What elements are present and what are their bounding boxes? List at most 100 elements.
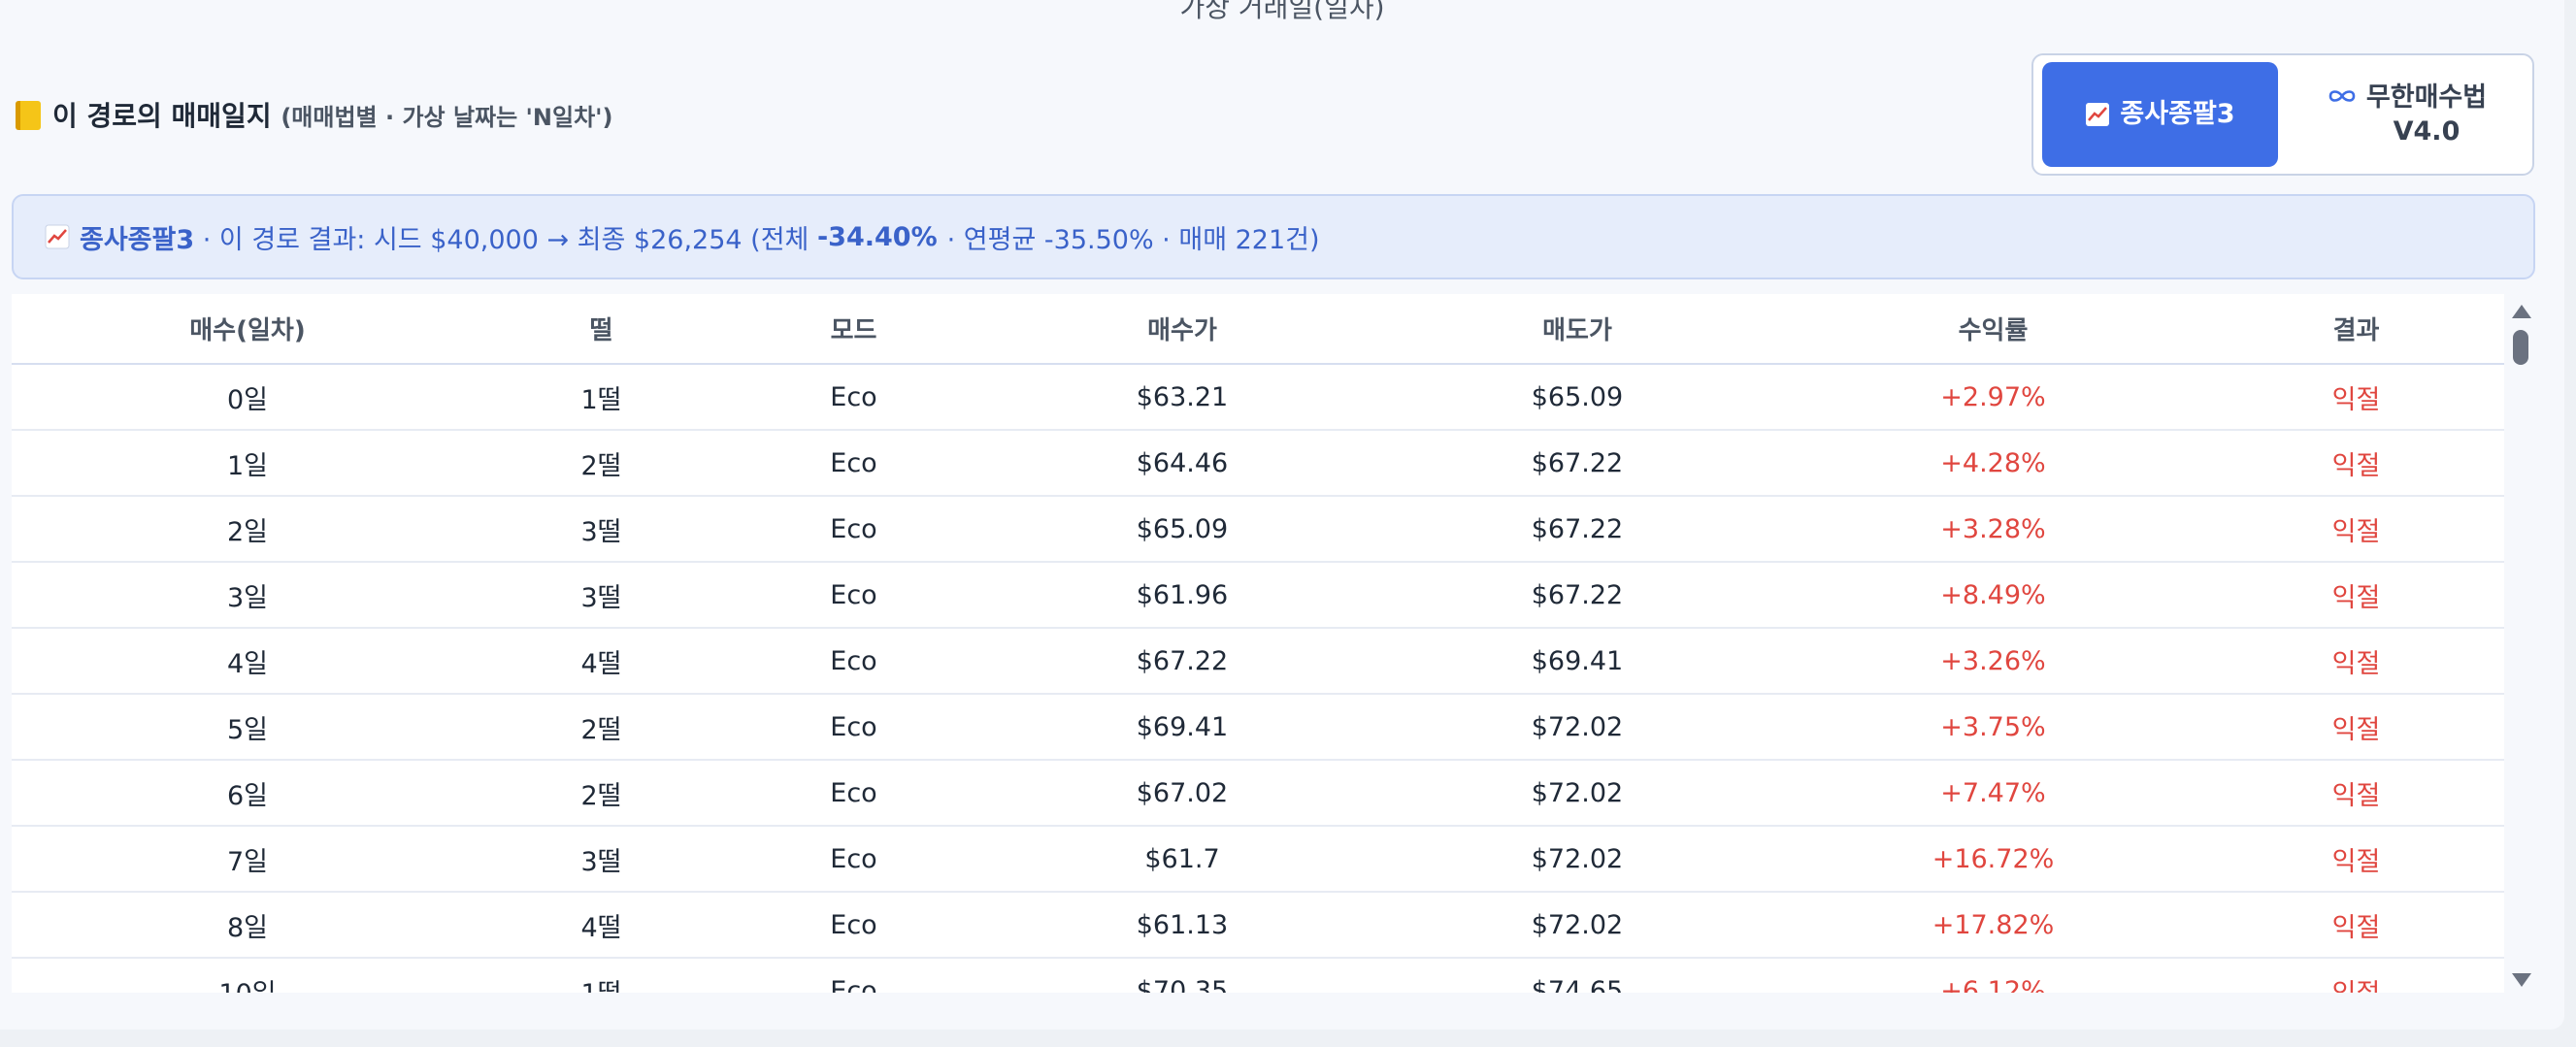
mode-cell: Eco xyxy=(719,892,988,959)
trading-journal-page: 가상 거래일(일차) 이 경로의 매매일지 (매매법별 · 가상 날짜는 'N일… xyxy=(0,0,2564,1030)
return-cell: +2.97% xyxy=(1778,364,2208,431)
table-row[interactable]: 10일1떨Eco$70.35$74.65+6.12%익절 xyxy=(12,958,2504,993)
mode-cell: Eco xyxy=(719,430,988,497)
chart-x-axis-label: 가상 거래일(일차) xyxy=(1179,0,1385,23)
sell-price-cell: $67.22 xyxy=(1376,562,1778,629)
trade-table-container[interactable]: 매수(일차) 떨 모드 매수가 매도가 수익률 결과 0일 1떨 Eco $63.21… xyxy=(12,294,2504,993)
buy-day-cell: 7일 xyxy=(12,826,483,893)
result-cell: 익절 xyxy=(2208,826,2504,893)
return-cell: +7.47% xyxy=(1778,760,2208,827)
result-cell: 익절 xyxy=(2208,958,2504,993)
table-row[interactable]: 5일 2떨 Eco $69.41 $72.02 +3.75% 익절 xyxy=(12,694,2504,761)
result-cell: 익절 xyxy=(2208,694,2504,761)
result-cell: 익절 xyxy=(2208,628,2504,695)
buy-price-cell: $67.22 xyxy=(988,628,1376,695)
result-cell: 익절 xyxy=(2208,364,2504,431)
sell-price-cell: $72.02 xyxy=(1376,694,1778,761)
mode-cell: Eco xyxy=(719,628,988,695)
buy-price-cell: $67.02 xyxy=(988,760,1376,827)
strategy-tab-jongsa-label: 종사종팔3 xyxy=(2120,99,2235,130)
buy-day-cell: 4일 xyxy=(12,628,483,695)
table-body: 0일 1떨 Eco $63.21 $65.09 +2.97% 익절 1일 2떨 Eco $64.46… xyxy=(12,364,2504,993)
mode-cell: Eco xyxy=(719,760,988,827)
table-row[interactable]: 8일 4떨 Eco $61.13 $72.02 +17.82% 익절 xyxy=(12,892,2504,959)
column-header-buy-price[interactable]: 매수가 xyxy=(988,294,1376,365)
result-summary-bar: 종사종팔3 · 이 경로 결과: 시드 $40,000 → 최종 $26,254… xyxy=(12,194,2535,279)
buy-day-cell: 3일 xyxy=(12,562,483,629)
buy-price-cell: $69.41 xyxy=(988,694,1376,761)
sell-price-cell: $72.02 xyxy=(1376,826,1778,893)
sell-price-cell: $69.41 xyxy=(1376,628,1778,695)
mode-cell: Eco xyxy=(719,496,988,563)
buy-price-cell: $61.13 xyxy=(988,892,1376,959)
return-cell: +17.82% xyxy=(1778,892,2208,959)
buy-price-cell: $65.09 xyxy=(988,496,1376,563)
buy-day-cell: 1일 xyxy=(12,430,483,497)
mode-cell: Eco xyxy=(719,364,988,431)
drop-cell: 3떨 xyxy=(483,496,719,563)
return-cell: +16.72% xyxy=(1778,826,2208,893)
result-cell: 익절 xyxy=(2208,562,2504,629)
buy-price-cell: $61.96 xyxy=(988,562,1376,629)
drop-cell: 2떨 xyxy=(483,694,719,761)
return-cell: +3.75% xyxy=(1778,694,2208,761)
drop-cell: 3떨 xyxy=(483,826,719,893)
result-cell: 익절 xyxy=(2208,496,2504,563)
drop-cell: 4떨 xyxy=(483,892,719,959)
table-row[interactable]: 7일 3떨 Eco $61.7 $72.02 +16.72% 익절 xyxy=(12,826,2504,893)
chart-up-icon xyxy=(2086,103,2110,126)
strategy-tab-infinite[interactable]: 무한매수법 V4.0 xyxy=(2286,62,2528,167)
buy-day-cell: 6일 xyxy=(12,760,483,827)
table-header-row: 매수(일차) 떨 모드 매수가 매도가 수익률 결과 xyxy=(12,294,2504,365)
buy-day-cell: 0일 xyxy=(12,364,483,431)
sell-price-cell: $65.09 xyxy=(1376,364,1778,431)
sell-price-cell: $67.22 xyxy=(1376,496,1778,563)
summary-strategy-name: 종사종팔3 xyxy=(80,224,195,255)
strategy-tab-jongsa[interactable]: 종사종팔3 xyxy=(2042,62,2278,167)
table-row[interactable]: 0일 1떨 Eco $63.21 $65.09 +2.97% 익절 xyxy=(12,364,2504,431)
summary-text-after: · 연평균 -35.50% · 매매 221건) xyxy=(946,224,1320,255)
drop-cell: 2떨 xyxy=(483,430,719,497)
buy-price-cell: $63.21 xyxy=(988,364,1376,431)
column-header-mode[interactable]: 모드 xyxy=(719,294,988,365)
return-cell: +4.28% xyxy=(1778,430,2208,497)
buy-day-cell: 8일 xyxy=(12,892,483,959)
sell-price-cell: $74.65 xyxy=(1376,958,1778,993)
drop-cell: 3떨 xyxy=(483,562,719,629)
column-header-drop[interactable]: 떨 xyxy=(483,294,719,365)
sell-price-cell: $72.02 xyxy=(1376,892,1778,959)
table-row[interactable]: 1일 2떨 Eco $64.46 $67.22 +4.28% 익절 xyxy=(12,430,2504,497)
summary-text-before: · 이 경로 결과: 시드 $40,000 → 최종 $26,254 (전체 xyxy=(202,224,809,255)
mode-cell: Eco xyxy=(719,562,988,629)
column-header-return[interactable]: 수익률 xyxy=(1778,294,2208,365)
summary-total-return: -34.40% xyxy=(816,221,938,252)
scroll-up-arrow[interactable] xyxy=(2512,305,2531,318)
strategy-selector: 종사종팔3 무한매수법 V4.0 xyxy=(2031,53,2534,176)
column-header-result[interactable]: 결과 xyxy=(2208,294,2504,365)
drop-cell: 2떨 xyxy=(483,760,719,827)
infinity-icon xyxy=(2328,90,2356,102)
journal-title-text: 이 경로의 매매일지 xyxy=(52,100,272,132)
drop-cell: 1떨 xyxy=(483,364,719,431)
mode-cell: Eco xyxy=(719,826,988,893)
column-header-buy-day[interactable]: 매수(일차) xyxy=(12,294,483,365)
table-row[interactable]: 2일 3떨 Eco $65.09 $67.22 +3.28% 익절 xyxy=(12,496,2504,563)
buy-day-cell: 5일 xyxy=(12,694,483,761)
scrollbar-thumb[interactable] xyxy=(2513,330,2528,365)
table-row[interactable]: 6일 2떨 Eco $67.02 $72.02 +7.47% 익절 xyxy=(12,760,2504,827)
strategy-tab-infinite-label: 무한매수법 V4.0 xyxy=(2365,82,2488,147)
buy-price-cell: $64.46 xyxy=(988,430,1376,497)
table-row[interactable]: 3일 3떨 Eco $61.96 $67.22 +8.49% 익절 xyxy=(12,562,2504,629)
sell-price-cell: $67.22 xyxy=(1376,430,1778,497)
journal-subtitle: (매매법별 · 가상 날짜는 'N일차') xyxy=(281,104,613,131)
scroll-down-arrow[interactable] xyxy=(2512,973,2531,987)
table-row[interactable]: 4일 4떨 Eco $67.22 $69.41 +3.26% 익절 xyxy=(12,628,2504,695)
return-cell: +8.49% xyxy=(1778,562,2208,629)
drop-cell: 4떨 xyxy=(483,628,719,695)
drop-cell: 1떨 xyxy=(483,958,719,993)
buy-day-cell: 2일 xyxy=(12,496,483,563)
sell-price-cell: $72.02 xyxy=(1376,760,1778,827)
chart-up-icon xyxy=(45,224,70,249)
return-cell: +6.12% xyxy=(1778,958,2208,993)
column-header-sell-price[interactable]: 매도가 xyxy=(1376,294,1778,365)
